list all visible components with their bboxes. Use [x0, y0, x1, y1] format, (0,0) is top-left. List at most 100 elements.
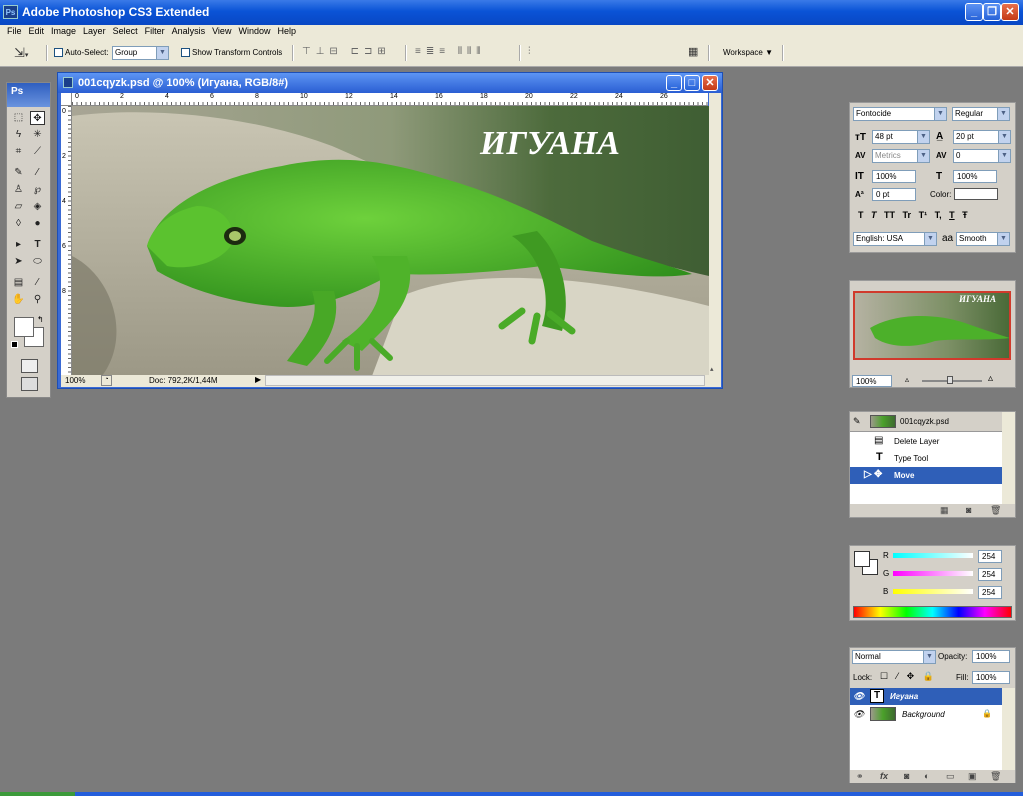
navigator-thumbnail[interactable]: ИГУАНА [853, 291, 1011, 360]
faux-italic-button[interactable]: T [871, 210, 877, 220]
start-button[interactable] [0, 792, 75, 796]
auto-select-dropdown[interactable]: Group ▼ [112, 46, 169, 60]
shape-tool-icon[interactable]: ⬭ [30, 255, 45, 269]
menu-edit[interactable]: Edit [29, 25, 45, 38]
history-slider-icon[interactable]: ▷ [864, 469, 872, 480]
all-caps-button[interactable]: TT [884, 210, 895, 220]
new-snapshot-icon[interactable]: ◙ [966, 505, 971, 515]
strikethrough-button[interactable]: Ŧ [962, 210, 968, 220]
eye-icon[interactable]: 👁 [853, 691, 864, 702]
doc-close-button[interactable]: ✕ [702, 75, 718, 91]
minimize-button[interactable]: _ [965, 3, 983, 21]
canvas[interactable]: ИГУАНА [72, 106, 709, 376]
text-color-swatch[interactable] [954, 188, 998, 200]
small-caps-button[interactable]: Tr [903, 210, 912, 220]
notes-tool-icon[interactable]: ▤ [11, 276, 26, 290]
history-snapshot[interactable]: ✎ 001cqyzk.psd [850, 412, 1002, 432]
opacity-field[interactable]: 100% [972, 650, 1010, 663]
antialias-dropdown[interactable]: Smooth ▼ [956, 232, 1010, 246]
color-ramp[interactable] [853, 606, 1012, 618]
menu-select[interactable]: Select [113, 25, 138, 38]
history-item[interactable]: T Type Tool [850, 450, 1002, 467]
default-colors-icon[interactable] [11, 341, 18, 348]
fx-icon[interactable]: fx [880, 771, 888, 781]
doc-minimize-button[interactable]: _ [666, 75, 682, 91]
history-brush-source-icon[interactable]: ✎ [853, 416, 861, 427]
lasso-tool-icon[interactable]: ϟ [11, 128, 26, 142]
green-slider[interactable] [893, 571, 973, 576]
red-slider[interactable] [893, 553, 973, 558]
paint-bucket-icon[interactable]: ◈ [30, 200, 45, 214]
move-tool-icon[interactable]: ✥ [30, 111, 45, 125]
auto-align-icon[interactable]: ⫶ [528, 46, 531, 57]
trash-icon[interactable]: 🗑 [990, 505, 1001, 516]
menu-layer[interactable]: Layer [83, 25, 106, 38]
new-layer-icon[interactable]: ▣ [968, 771, 977, 782]
screen-mode-icon[interactable] [21, 377, 38, 391]
history-scrollbar[interactable] [1002, 412, 1015, 504]
layer-row[interactable]: 👁 Background 🔒 [850, 706, 1002, 723]
clone-stamp-icon[interactable]: ♙ [11, 183, 26, 197]
vertical-scale-field[interactable]: 100% [872, 170, 916, 183]
font-style-dropdown[interactable]: Regular ▼ [952, 107, 1010, 121]
menu-analysis[interactable]: Analysis [172, 25, 206, 38]
eyedropper-icon[interactable]: ⁄ [30, 276, 45, 290]
align-icons[interactable]: ⊤⊥⊟ ⊏⊐⊞ [302, 46, 391, 57]
eraser-tool-icon[interactable]: ▱ [11, 200, 26, 214]
restore-button[interactable]: ❐ [983, 3, 1001, 21]
baseline-shift-field[interactable]: 0 pt [872, 188, 916, 201]
zoom-slider-handle[interactable] [947, 376, 953, 384]
ruler-origin[interactable] [61, 93, 72, 106]
menu-view[interactable]: View [212, 25, 231, 38]
font-size-field[interactable]: 48 pt ▼ [872, 130, 930, 144]
menu-filter[interactable]: Filter [145, 25, 165, 38]
subscript-button[interactable]: T, [935, 210, 942, 220]
font-family-dropdown[interactable]: Fontocide ▼ [853, 107, 947, 121]
new-document-icon[interactable]: ▦ [940, 505, 949, 516]
navigator-zoom-field[interactable]: 100% [852, 375, 892, 387]
path-selection-icon[interactable]: ▸ [11, 238, 26, 252]
history-brush-icon[interactable]: ℘ [30, 183, 45, 197]
move-tool-preset-icon[interactable]: ⇲▾ [14, 45, 28, 61]
brush-tool-icon[interactable]: ⁄ [30, 166, 45, 180]
status-icon[interactable]: ◔ [101, 375, 112, 386]
underline-button[interactable]: T [949, 210, 955, 220]
marquee-tool-icon[interactable]: ⬚ [11, 111, 26, 125]
fill-field[interactable]: 100% [972, 671, 1010, 684]
history-item-selected[interactable]: ▷ ✥ Move [850, 467, 1002, 484]
adjustment-icon[interactable]: ◐ [924, 771, 929, 781]
leading-field[interactable]: 20 pt ▼ [953, 130, 1011, 144]
close-button[interactable]: ✕ [1001, 3, 1019, 21]
workspace-menu[interactable]: Workspace ▼ [723, 48, 773, 57]
crop-tool-icon[interactable]: ⌗ [11, 145, 26, 159]
g-value-field[interactable]: 254 [978, 568, 1002, 581]
zoom-in-icon[interactable]: ▵ [988, 373, 993, 384]
trash-icon[interactable]: 🗑 [990, 771, 1001, 782]
doc-maximize-button[interactable]: □ [684, 75, 700, 91]
layer-row-selected[interactable]: 👁 T Игуана [850, 688, 1002, 705]
auto-select-checkbox[interactable] [54, 48, 63, 57]
slice-tool-icon[interactable]: ⟋ [30, 145, 45, 159]
direct-selection-icon[interactable]: ➤ [11, 255, 26, 269]
faux-bold-button[interactable]: T [858, 210, 864, 220]
menu-image[interactable]: Image [51, 25, 76, 38]
horizontal-scrollbar[interactable] [265, 375, 705, 386]
dodge-tool-icon[interactable]: ● [30, 217, 45, 231]
eye-icon[interactable]: 👁 [853, 709, 864, 720]
menu-file[interactable]: File [7, 25, 22, 38]
zoom-tool-icon[interactable]: ⚲ [30, 293, 45, 307]
blend-mode-dropdown[interactable]: Normal ▼ [852, 650, 936, 664]
layers-scrollbar[interactable] [1002, 688, 1015, 771]
magic-wand-icon[interactable]: ✳ [30, 128, 45, 142]
group-icon[interactable]: ▭ [946, 771, 955, 782]
distribute-icons[interactable]: ≡≣≡ ⫴⫴⫴ [415, 46, 485, 57]
quick-mask-icon[interactable] [21, 359, 38, 373]
swap-colors-icon[interactable]: ↰ [37, 315, 44, 324]
vertical-scrollbar[interactable]: ▴▾ [709, 93, 721, 382]
r-value-field[interactable]: 254 [978, 550, 1002, 563]
history-item[interactable]: ▤ Delete Layer [850, 433, 1002, 450]
horizontal-scale-field[interactable]: 100% [953, 170, 997, 183]
menu-help[interactable]: Help [277, 25, 296, 38]
hand-tool-icon[interactable]: ✋ [11, 293, 26, 307]
lock-icons[interactable]: ☐ ⁄ ✥ 🔒 [880, 671, 937, 682]
